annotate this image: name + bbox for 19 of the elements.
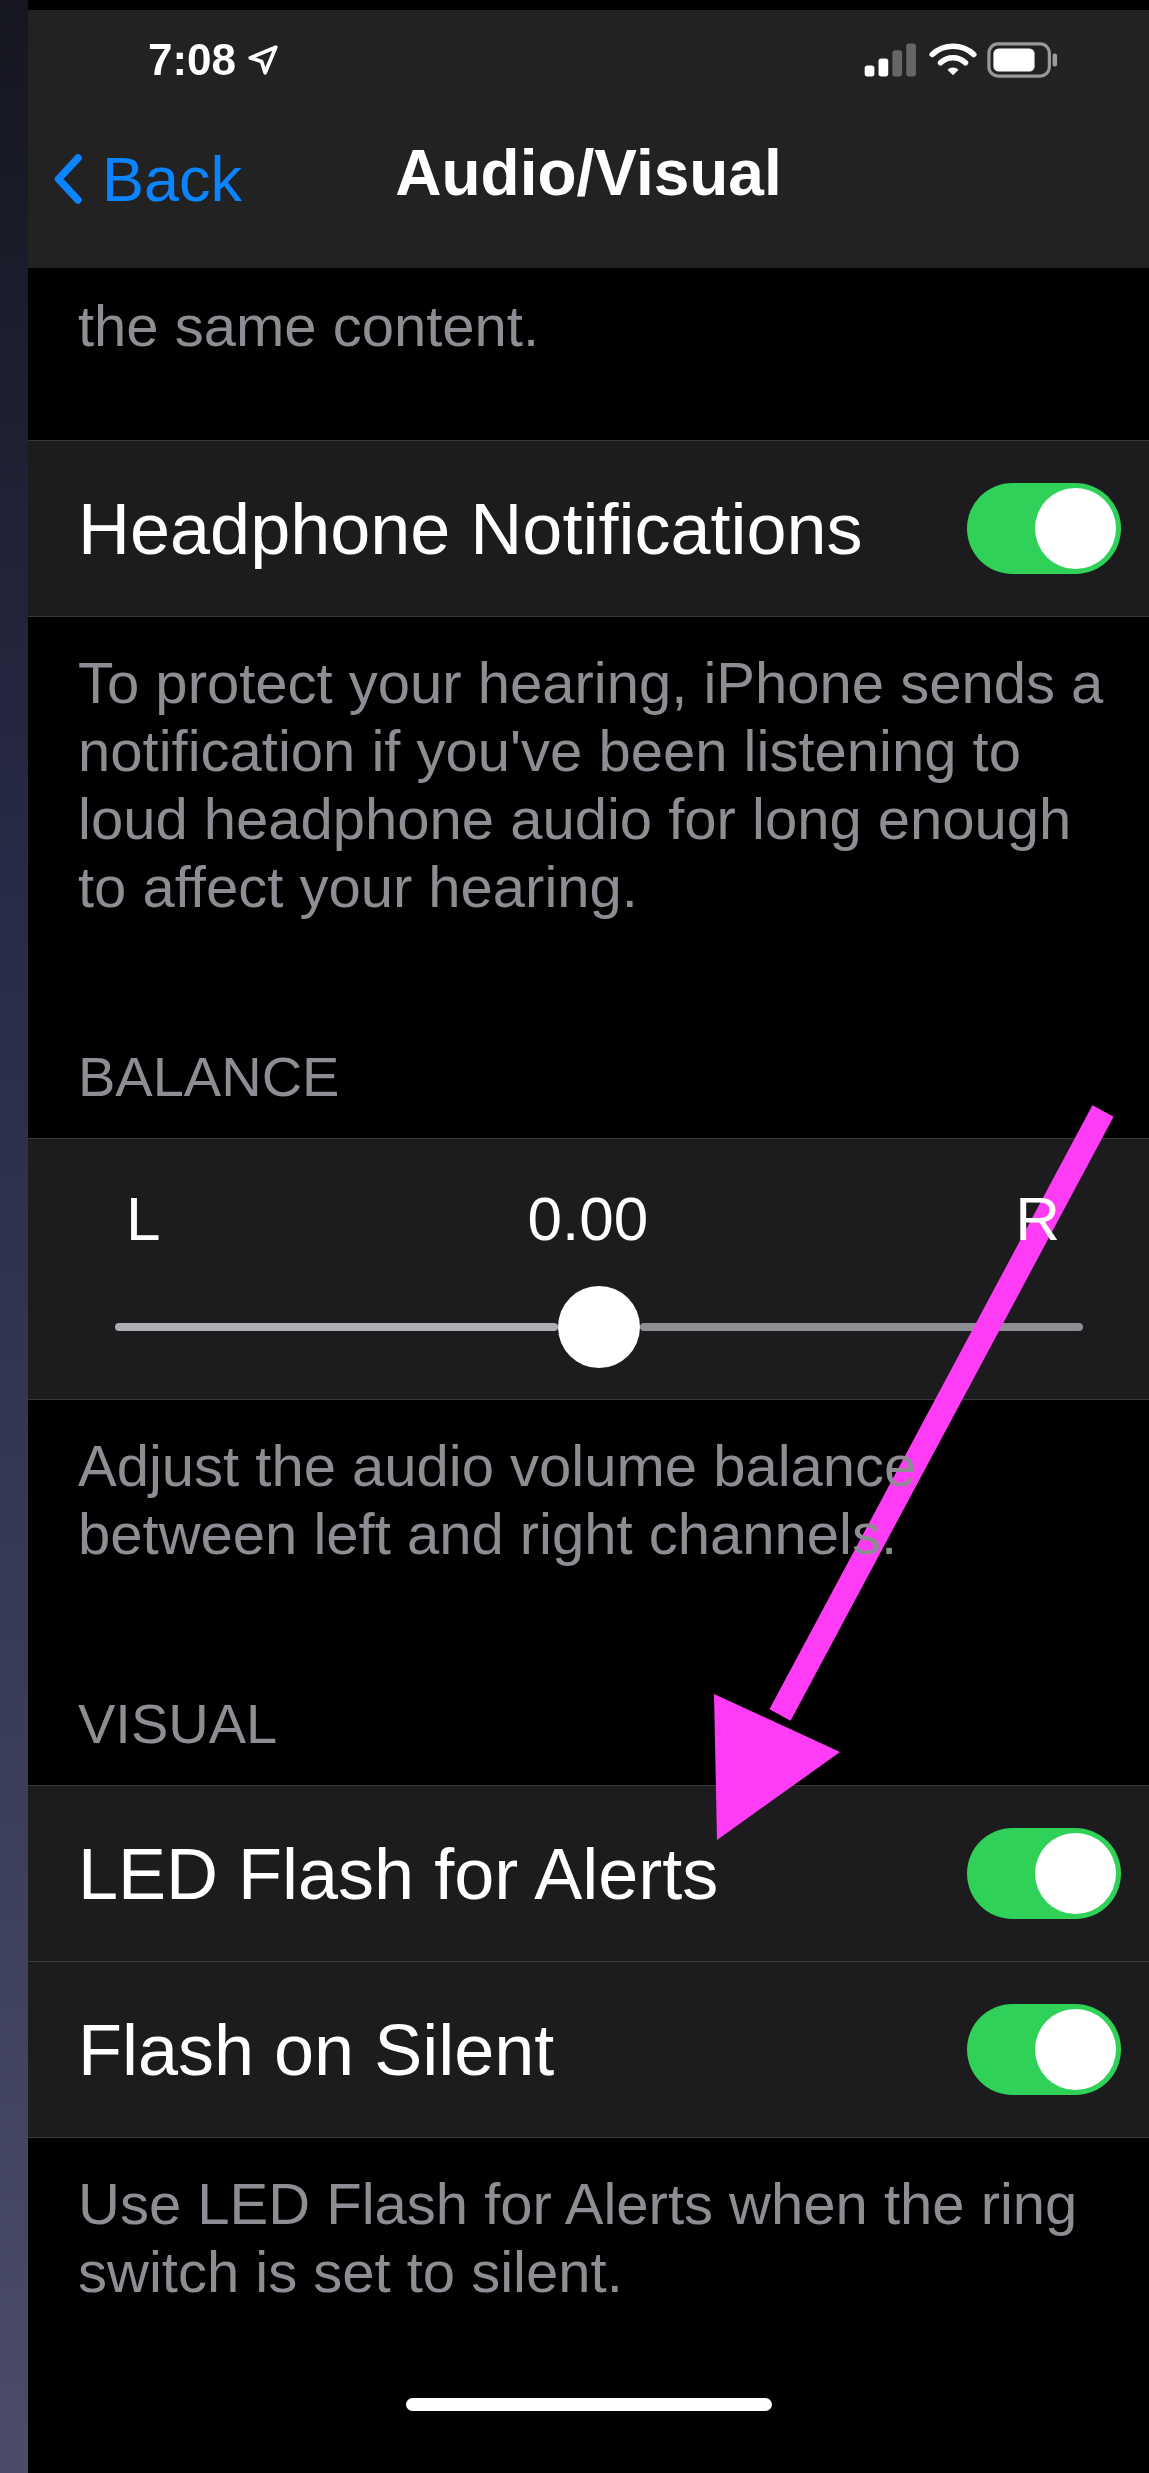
setting-label: Flash on Silent <box>78 2008 556 2091</box>
section-header: VISUAL <box>77 1697 279 1751</box>
left-label: L <box>126 1184 161 1254</box>
back-button[interactable]: Back <box>54 143 243 215</box>
balance-slider[interactable] <box>115 1286 1083 1368</box>
battery-icon <box>987 42 1059 78</box>
status-time: 7:08 <box>148 35 237 85</box>
footer-text: Use LED Flash for Alerts when the ring switch is set to silent. <box>77 2170 1079 2306</box>
footer-text: the same content. <box>77 292 541 360</box>
balance-value: 0.00 <box>527 1184 649 1254</box>
footer-text: To protect your hearing, iPhone sends a notification if you've been listening to loud headphone audio for long enough to affect your hearing. <box>77 649 1105 921</box>
setting-label: LED Flash for Alerts <box>78 1832 720 1915</box>
location-arrow-icon <box>246 43 281 77</box>
signal-icon <box>863 42 919 78</box>
chevron-left-icon <box>54 153 84 205</box>
section-header: BALANCE <box>77 1050 341 1104</box>
page-title: Audio/Visual <box>395 136 782 210</box>
wifi-icon <box>929 42 977 78</box>
setting-label: Headphone Notifications <box>78 487 864 570</box>
